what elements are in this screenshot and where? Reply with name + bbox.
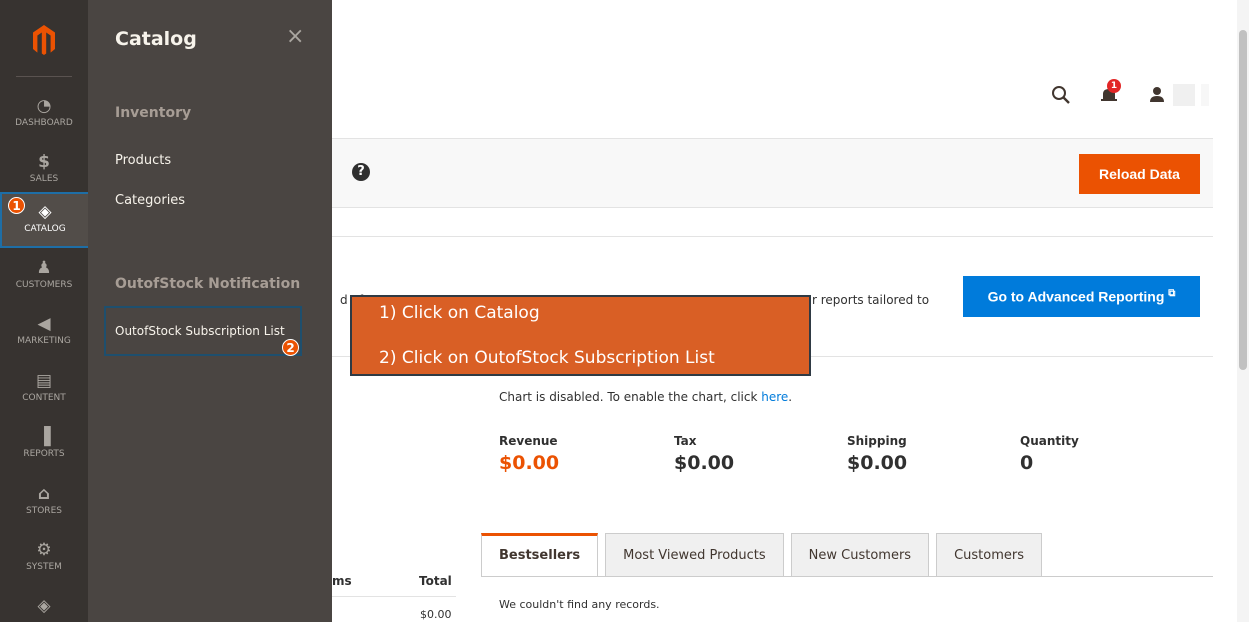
notification-count: 1 (1107, 79, 1121, 93)
nav-item-content[interactable]: ▤ CONTENT (0, 363, 88, 419)
tab-bestsellers[interactable]: Bestsellers (481, 533, 599, 576)
table-header-total: Total (419, 574, 452, 588)
dashboard-tabs: Bestsellers Most Viewed Products New Cus… (481, 533, 1049, 576)
link-products[interactable]: Products (115, 153, 171, 168)
close-icon[interactable]: × (286, 24, 304, 49)
stat-label: Quantity (1020, 434, 1079, 448)
group-outofstock: OutofStock Notification (115, 276, 301, 292)
nav-label: CUSTOMERS (15, 280, 73, 290)
bar-chart-icon: ▐ (37, 427, 51, 447)
help-icon[interactable]: ? (352, 163, 370, 181)
table-divider (332, 596, 456, 597)
tabs-underline (481, 576, 1213, 577)
username-redacted-end (1201, 84, 1209, 106)
nav-label: CONTENT (22, 393, 66, 403)
stat-value: $0.00 (499, 452, 560, 474)
instruction-callout: 1) Click on Catalog 2) Click on OutofSto… (350, 295, 811, 376)
chart-disabled-note: Chart is disabled. To enable the chart, … (499, 390, 792, 404)
stat-label: Shipping (847, 434, 907, 448)
tab-most-viewed-products[interactable]: Most Viewed Products (605, 533, 784, 576)
reporting-description-end: r reports tailored to (812, 293, 930, 307)
flyout-title: Catalog (115, 28, 197, 50)
no-records-message: We couldn't find any records. (499, 598, 660, 611)
nav-label: REPORTS (23, 449, 65, 459)
stat-revenue: Revenue $0.00 (499, 434, 559, 474)
dashboard-icon: ◔ (36, 96, 52, 116)
nav-item-dashboard[interactable]: ◔ DASHBOARD (0, 88, 88, 144)
logo-icon (33, 25, 55, 55)
chart-note-end: . (788, 390, 793, 404)
logo-divider (16, 76, 72, 77)
stat-value: $0.00 (847, 452, 908, 474)
stat-label: Tax (674, 434, 697, 448)
step-2-badge: 2 (282, 339, 299, 356)
link-categories[interactable]: Categories (115, 193, 185, 208)
person-icon: ♟ (36, 258, 52, 278)
callout-step-2: 2) Click on OutofStock Subscription List (379, 348, 715, 368)
tab-new-customers[interactable]: New Customers (790, 533, 930, 576)
stat-label: Revenue (499, 434, 558, 448)
table-cell-total: $0.00 (420, 608, 452, 621)
gear-icon: ⚙ (36, 540, 52, 560)
nav-item-stores[interactable]: ⌂ STORES (0, 476, 88, 532)
store-icon: ⌂ (37, 484, 51, 504)
megaphone-icon: ◀ (37, 314, 51, 334)
advanced-reporting-button[interactable]: Go to Advanced Reporting ⧉ (963, 276, 1200, 317)
stat-tax: Tax $0.00 (674, 434, 734, 474)
tab-customers[interactable]: Customers (936, 533, 1043, 576)
nav-item-customers[interactable]: ♟ CUSTOMERS (0, 250, 88, 306)
catalog-flyout: Catalog × Inventory Products Categories … (88, 0, 332, 622)
stat-shipping: Shipping $0.00 (847, 434, 907, 474)
user-icon (1147, 85, 1167, 105)
user-menu[interactable] (1147, 84, 1209, 106)
search-icon[interactable] (1051, 85, 1071, 105)
magento-logo[interactable] (0, 0, 88, 80)
page-actions-bar: ? Reload Data (332, 138, 1213, 208)
stat-value: $0.00 (674, 452, 735, 474)
step-1-badge: 1 (8, 197, 25, 214)
section-divider (332, 236, 1213, 237)
reload-data-button[interactable]: Reload Data (1079, 154, 1200, 194)
nav-item-marketing[interactable]: ◀ MARKETING (0, 306, 88, 362)
nav-label: STORES (26, 506, 62, 516)
page-scrollbar[interactable] (1237, 0, 1249, 622)
chart-note-text: Chart is disabled. To enable the chart, … (499, 390, 762, 404)
external-link-icon: ⧉ (1168, 288, 1176, 300)
layout-icon: ▤ (35, 371, 53, 391)
scrollbar-thumb[interactable] (1239, 30, 1247, 370)
extension-icon: ◈ (37, 596, 51, 616)
nav-item-reports[interactable]: ▐ REPORTS (0, 419, 88, 475)
stat-quantity: Quantity 0 (1020, 434, 1079, 474)
group-inventory: Inventory (115, 105, 192, 121)
username-redacted (1173, 84, 1195, 106)
nav-label: SALES (29, 174, 59, 184)
admin-sidebar: ◔ DASHBOARD $ SALES ◈ CATALOG 1 ♟ CUSTOM… (0, 0, 88, 622)
nav-label: MARKETING (17, 336, 71, 346)
nav-item-extensions[interactable]: ◈ (0, 588, 88, 622)
box-icon: ◈ (38, 202, 52, 222)
table-header-items: ms (332, 574, 352, 588)
bell-icon[interactable]: 1 (1099, 79, 1121, 105)
nav-label: SYSTEM (26, 562, 62, 572)
nav-item-system[interactable]: ⚙ SYSTEM (0, 532, 88, 588)
dollar-icon: $ (38, 152, 50, 172)
advanced-reporting-label: Go to Advanced Reporting (987, 288, 1165, 305)
stat-value: 0 (1020, 452, 1034, 474)
nav-label: DASHBOARD (15, 118, 73, 128)
admin-dashboard: ◔ DASHBOARD $ SALES ◈ CATALOG 1 ♟ CUSTOM… (0, 0, 1249, 622)
callout-step-1: 1) Click on Catalog (379, 303, 540, 323)
nav-label: CATALOG (24, 224, 66, 234)
link-outofstock-subscription-list[interactable]: OutofStock Subscription List (115, 324, 285, 338)
header-actions: 1 (1051, 79, 1209, 106)
enable-chart-link[interactable]: here (761, 390, 788, 404)
